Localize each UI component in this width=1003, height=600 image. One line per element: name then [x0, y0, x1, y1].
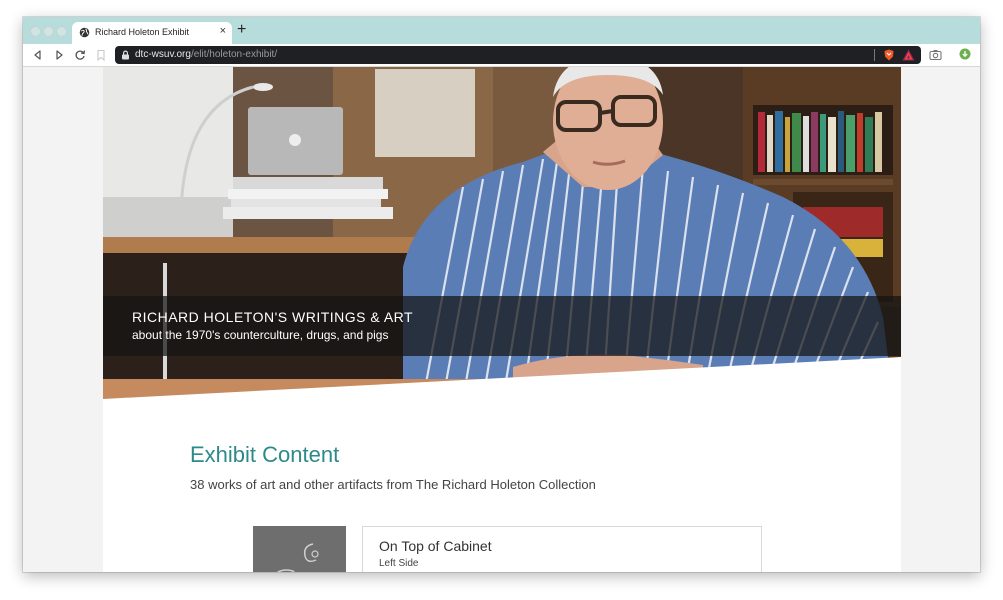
camera-icon[interactable] — [929, 48, 942, 61]
brave-rewards-icon[interactable] — [902, 49, 915, 61]
exhibit-content-heading: Exhibit Content — [190, 442, 340, 467]
reload-icon[interactable] — [73, 48, 87, 62]
globe-icon — [79, 27, 90, 38]
exhibit-item-thumbnail[interactable] — [253, 526, 346, 572]
page-content: RICHARD HOLETON'S WRITINGS & ART about t… — [103, 67, 901, 572]
browser-toolbar: dtc-wsuv.org/elit/holeton-exhibit/ — [23, 44, 980, 67]
window-minimize-control[interactable] — [43, 26, 54, 37]
hero-banner: RICHARD HOLETON'S WRITINGS & ART about t… — [103, 67, 901, 399]
lock-icon[interactable] — [121, 50, 130, 60]
address-bar[interactable]: dtc-wsuv.org/elit/holeton-exhibit/ — [115, 46, 921, 64]
ornament-icon — [276, 543, 319, 572]
exhibit-item-subtitle: Left Side — [379, 558, 419, 569]
window-zoom-control[interactable] — [56, 26, 67, 37]
exhibit-item-card[interactable]: On Top of Cabinet Left Side — [362, 526, 762, 572]
tab-title: Richard Holeton Exhibit — [95, 27, 190, 37]
extension-icon[interactable] — [959, 48, 971, 60]
browser-window: Richard Holeton Exhibit × + dtc-wsuv.org… — [23, 17, 980, 572]
bookmark-icon[interactable] — [94, 48, 108, 62]
url-divider — [874, 49, 875, 61]
back-arrow-icon[interactable] — [31, 48, 45, 62]
tab-strip: Richard Holeton Exhibit × + — [23, 17, 980, 44]
tab-close-icon[interactable]: × — [220, 25, 226, 37]
url-domain: dtc-wsuv.org — [135, 49, 191, 60]
url-path: /elit/holeton-exhibit/ — [190, 49, 278, 60]
tab-richard-holeton-exhibit[interactable]: Richard Holeton Exhibit × — [72, 22, 232, 44]
page-viewport[interactable]: RICHARD HOLETON'S WRITINGS & ART about t… — [23, 67, 980, 572]
brave-shields-icon[interactable] — [883, 49, 895, 61]
window-close-control[interactable] — [30, 26, 41, 37]
hero-diagonal-edge — [103, 357, 901, 399]
exhibit-item-title[interactable]: On Top of Cabinet — [379, 538, 492, 554]
exhibit-content-subtitle: 38 works of art and other artifacts from… — [190, 477, 596, 492]
forward-arrow-icon[interactable] — [52, 48, 66, 62]
url-text[interactable]: dtc-wsuv.org/elit/holeton-exhibit/ — [135, 49, 277, 60]
new-tab-button[interactable]: + — [237, 20, 246, 40]
